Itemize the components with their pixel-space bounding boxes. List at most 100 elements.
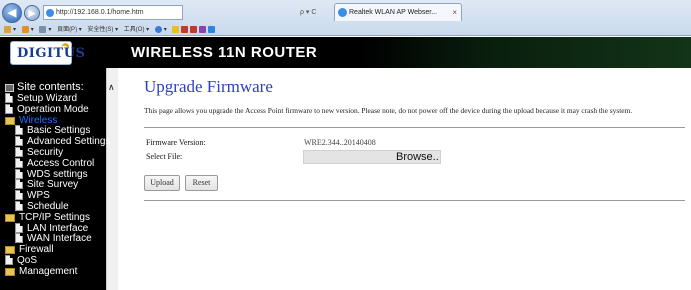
logo-text: DIGITUS — [17, 46, 86, 61]
tree-icon — [5, 84, 14, 92]
divider — [144, 127, 685, 128]
site-favicon-icon — [46, 9, 54, 17]
select-file-label: Select File: — [146, 152, 183, 161]
document-icon — [15, 157, 23, 168]
document-icon — [15, 179, 23, 190]
sidebar-item-label: Security — [27, 147, 64, 158]
document-icon — [5, 93, 13, 103]
extension-icon — [172, 25, 180, 33]
document-icon — [15, 168, 23, 179]
feeds-menu[interactable]: ▾ — [21, 25, 34, 33]
divider — [144, 200, 685, 201]
browse-button[interactable]: Browse.. — [396, 149, 439, 164]
sidebar-item-label: LAN Interface — [27, 222, 89, 234]
upload-button[interactable]: Upload — [144, 175, 180, 191]
help-menu[interactable]: ▾ — [154, 25, 167, 33]
router-title: WIRELESS 11N ROUTER — [131, 44, 318, 61]
tab-title: Realtek WLAN AP Webser... — [349, 9, 438, 16]
tab-close-icon[interactable]: × — [452, 4, 457, 21]
sidebar-item-security[interactable]: Security — [15, 147, 63, 158]
folder-icon — [5, 267, 15, 276]
address-bar[interactable]: http://192.168.0.1/home.htm — [43, 5, 183, 20]
home-menu[interactable]: ▾ — [4, 25, 16, 33]
sidebar-item-label: QoS — [17, 255, 38, 266]
document-icon — [15, 233, 23, 244]
sidebar-item-label: Firewall — [19, 244, 54, 256]
print-menu[interactable]: ▾ — [39, 25, 51, 33]
sidebar-heading: Site contents: — [5, 82, 84, 93]
sidebar-item-setup-wizard[interactable]: Setup Wizard — [5, 93, 77, 104]
sidebar-item-label: Wireless — [19, 114, 58, 126]
sidebar-item-site-survey[interactable]: Site Survey — [15, 179, 78, 190]
sidebar-item-label: Schedule — [27, 201, 69, 212]
sidebar-item-wireless[interactable]: Wireless — [5, 115, 57, 126]
sidebar-item-advanced-settings[interactable]: Advanced Settings — [15, 136, 110, 147]
sidebar-item-access-control[interactable]: Access Control — [15, 157, 95, 169]
sidebar-item-label: WAN Interface — [27, 233, 92, 245]
feeds-icon — [21, 25, 29, 33]
sidebar-item-label: WPS — [27, 190, 50, 202]
sidebar-item-schedule[interactable]: Schedule — [15, 201, 69, 212]
digitus-logo: DIGITUS — [10, 41, 85, 65]
folder-icon — [5, 213, 15, 222]
folder-icon — [5, 116, 15, 125]
sidebar-item-label: Advanced Settings — [27, 136, 111, 148]
sidebar: ∧ Site contents: Setup Wizard Operation Mo… — [0, 68, 118, 290]
document-icon — [5, 255, 13, 265]
extension-icon — [208, 25, 216, 33]
print-icon — [39, 25, 47, 33]
sidebar-item-qos[interactable]: QoS — [5, 255, 37, 266]
browser-chrome: ◀ ▶ http://192.168.0.1/home.htm ρ ▾ C Re… — [0, 0, 691, 36]
document-icon — [15, 201, 23, 211]
sidebar-item-label: Site Survey — [27, 179, 79, 191]
sidebar-item-wan-interface[interactable]: WAN Interface — [15, 233, 92, 244]
document-icon — [15, 222, 23, 233]
sidebar-item-label: Operation Mode — [17, 103, 89, 115]
sidebar-item-operation-mode[interactable]: Operation Mode — [5, 103, 89, 115]
safety-menu[interactable]: 安全性(S) ▾ — [87, 27, 118, 33]
address-text: http://192.168.0.1/home.htm — [56, 9, 144, 16]
sidebar-item-label: Setup Wizard — [17, 93, 78, 104]
sidebar-item-firewall[interactable]: Firewall — [5, 244, 53, 255]
sidebar-item-wds-settings[interactable]: WDS settings — [15, 168, 88, 180]
sidebar-heading-label: Site contents: — [17, 81, 84, 93]
back-button[interactable]: ◀ — [2, 3, 22, 23]
sidebar-scrollbar[interactable]: ∧ — [106, 68, 118, 290]
browser-tab[interactable]: Realtek WLAN AP Webser... × — [334, 3, 462, 21]
firmware-version-value: WRE2.344..20140408 — [304, 138, 376, 147]
extension-icon — [199, 25, 207, 33]
document-icon — [15, 147, 23, 157]
page-menu[interactable]: 頁面(P) ▾ — [57, 27, 82, 33]
extension-icon — [181, 25, 189, 33]
header-background — [360, 37, 691, 68]
page-description: This page allows you upgrade the Access … — [144, 106, 633, 115]
folder-icon — [5, 246, 15, 255]
sidebar-item-tcp-ip-settings[interactable]: TCP/IP Settings — [5, 212, 90, 223]
extensions-icons[interactable] — [172, 25, 217, 33]
document-icon — [15, 136, 23, 147]
address-controls[interactable]: ρ ▾ C — [300, 5, 334, 20]
reset-button[interactable]: Reset — [185, 175, 218, 191]
document-icon — [15, 125, 23, 136]
forward-button[interactable]: ▶ — [24, 5, 40, 21]
sidebar-item-basic-settings[interactable]: Basic Settings — [15, 125, 90, 136]
scroll-up-icon[interactable]: ∧ — [108, 82, 115, 93]
router-header: DIGITUS WIRELESS 11N ROUTER — [0, 37, 691, 68]
page-title: Upgrade Firmware — [144, 77, 273, 96]
sidebar-item-wps[interactable]: WPS — [15, 190, 50, 201]
sidebar-item-label: Management — [19, 265, 78, 277]
sidebar-item-label: Access Control — [27, 157, 95, 169]
sidebar-item-lan-interface[interactable]: LAN Interface — [15, 222, 89, 234]
sidebar-item-label: Basic Settings — [27, 125, 91, 137]
extension-icon — [190, 25, 198, 33]
home-icon — [4, 25, 11, 33]
document-icon — [5, 103, 13, 114]
tools-menu[interactable]: 工具(O) ▾ — [124, 27, 149, 33]
sidebar-item-management[interactable]: Management — [5, 266, 77, 277]
sidebar-item-label: WDS settings — [27, 168, 88, 180]
firmware-version-label: Firmware Version: — [146, 138, 206, 147]
document-icon — [15, 190, 23, 201]
tab-favicon-icon — [338, 8, 347, 17]
help-icon — [154, 25, 162, 33]
sidebar-item-label: TCP/IP Settings — [19, 211, 90, 223]
